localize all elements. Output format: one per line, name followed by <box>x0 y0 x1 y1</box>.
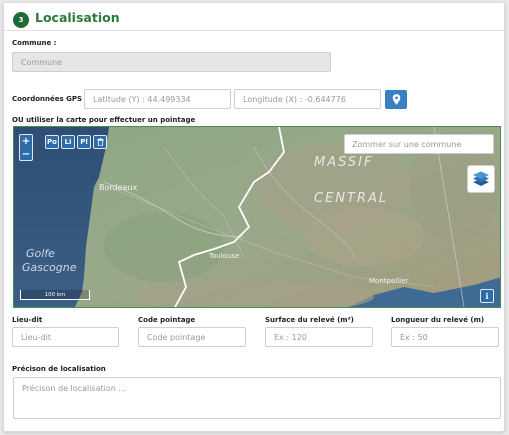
zoom-control: + − <box>19 134 33 161</box>
map-label-bordeaux: Bordeaux <box>99 183 138 192</box>
map-terrain <box>14 127 500 307</box>
map-label-golfe: Golfe <box>26 247 55 260</box>
lieu-dit-label: Lieu-dit <box>12 316 43 324</box>
layers-icon <box>473 171 489 186</box>
map-marker-icon <box>392 94 400 105</box>
map-label-massif: MASSIF <box>314 155 374 170</box>
code-pointage-field[interactable]: Code pointage <box>138 327 246 347</box>
zoom-in-button[interactable]: + <box>20 135 32 147</box>
localisation-panel: 3 Localisation Commune : Commune Coordon… <box>3 2 505 432</box>
map-label-montpellier: Montpellier <box>369 277 409 285</box>
commune-label: Commune : <box>12 39 57 47</box>
longitude-field[interactable]: Longitude (X) : -0.644776 <box>234 89 381 109</box>
tool-point-button[interactable]: Po <box>45 135 59 149</box>
locate-button[interactable] <box>385 90 407 109</box>
section-title: Localisation <box>35 10 120 25</box>
precision-label: Précison de localisation <box>12 365 106 373</box>
lieu-dit-field[interactable]: Lieu-dit <box>12 327 119 347</box>
map-instruction: OU utiliser la carte pour effectuer un p… <box>12 116 196 124</box>
code-pointage-label: Code pointage <box>138 316 196 324</box>
longueur-field[interactable]: Ex : 50 <box>391 327 499 347</box>
longueur-label: Longueur du relevé (m) <box>391 316 485 324</box>
tool-polygon-button[interactable]: Pl <box>77 135 91 149</box>
map-label-gascogne: Gascogne <box>22 261 77 274</box>
gps-label: Coordonnées GPS <box>12 95 83 103</box>
step-badge: 3 <box>13 12 29 28</box>
surface-field[interactable]: Ex : 120 <box>265 327 373 347</box>
map-label-central: CENTRAL <box>314 191 389 206</box>
surface-label: Surface du relevé (m²) <box>265 316 354 324</box>
zoom-out-button[interactable]: − <box>20 148 32 160</box>
latitude-field[interactable]: Latitude (Y) : 44.499334 <box>84 89 231 109</box>
map-info-button[interactable]: i <box>480 289 494 303</box>
trash-icon <box>96 138 104 146</box>
precision-textarea[interactable]: Précison de localisation ... <box>13 377 501 419</box>
tool-delete-button[interactable] <box>93 135 107 149</box>
section-header: 3 Localisation <box>4 3 504 31</box>
draw-toolbar: Po Li Pl <box>45 135 107 150</box>
map-label-toulouse: Toulouse <box>209 252 240 260</box>
tool-line-button[interactable]: Li <box>61 135 75 149</box>
layers-button[interactable] <box>467 165 495 193</box>
commune-zoom-input[interactable]: Zommer sur une commune <box>344 134 494 154</box>
map-scale: 100 km <box>20 290 90 300</box>
map-view[interactable]: MASSIF CENTRAL Golfe Gascogne Bordeaux M… <box>13 126 501 308</box>
commune-field[interactable]: Commune <box>12 52 331 72</box>
